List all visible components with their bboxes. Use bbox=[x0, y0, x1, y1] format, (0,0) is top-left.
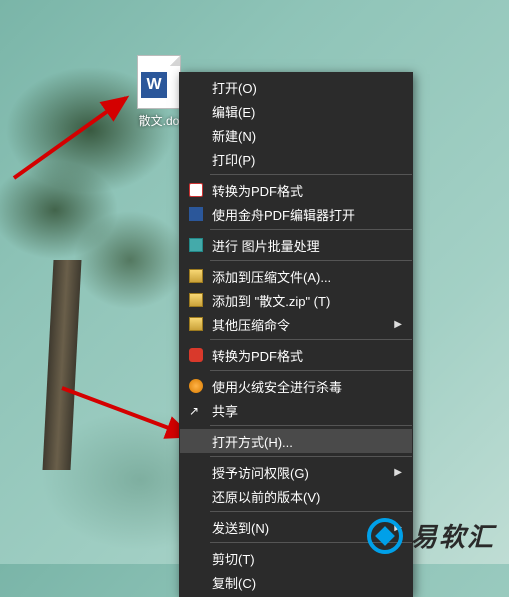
menu-item-11[interactable]: 添加到 "散文.zip" (T) bbox=[180, 288, 412, 312]
blank-icon bbox=[186, 151, 206, 167]
menu-item-0[interactable]: 打开(O) bbox=[180, 75, 412, 99]
watermark-text: 易软汇 bbox=[411, 517, 495, 554]
submenu-arrow-icon: ▶ bbox=[394, 467, 402, 478]
menu-item-label: 编辑(E) bbox=[212, 102, 402, 121]
menu-item-label: 授予访问权限(G) bbox=[212, 463, 394, 482]
menu-item-2[interactable]: 新建(N) bbox=[180, 123, 412, 147]
menu-item-label: 打印(P) bbox=[212, 150, 402, 169]
menu-item-21[interactable]: 授予访问权限(G)▶ bbox=[180, 460, 412, 484]
menu-item-12[interactable]: 其他压缩命令▶ bbox=[180, 312, 412, 336]
menu-item-label: 其他压缩命令 bbox=[212, 315, 394, 334]
menu-item-10[interactable]: 添加到压缩文件(A)... bbox=[180, 264, 412, 288]
menu-separator bbox=[210, 174, 412, 175]
blank-icon bbox=[186, 488, 206, 504]
menu-item-label: 添加到 "散文.zip" (T) bbox=[212, 291, 402, 310]
menu-item-22[interactable]: 还原以前的版本(V) bbox=[180, 484, 412, 508]
menu-item-label: 转换为PDF格式 bbox=[212, 181, 402, 200]
zip-icon bbox=[186, 292, 206, 308]
document-icon: W bbox=[137, 55, 181, 109]
blank-icon bbox=[186, 464, 206, 480]
img-icon bbox=[186, 237, 206, 253]
blank-icon bbox=[186, 433, 206, 449]
menu-separator bbox=[210, 260, 412, 261]
menu-item-17[interactable]: 共享 bbox=[180, 398, 412, 422]
blank-icon bbox=[186, 519, 206, 535]
menu-item-label: 打开方式(H)... bbox=[212, 432, 402, 451]
menu-item-label: 使用金舟PDF编辑器打开 bbox=[212, 205, 402, 224]
menu-item-14[interactable]: 转换为PDF格式 bbox=[180, 343, 412, 367]
menu-separator bbox=[210, 456, 412, 457]
zip-icon bbox=[186, 268, 206, 284]
menu-item-16[interactable]: 使用火绒安全进行杀毒 bbox=[180, 374, 412, 398]
menu-separator bbox=[210, 511, 412, 512]
blank-icon bbox=[186, 127, 206, 143]
menu-item-27[interactable]: 复制(C) bbox=[180, 570, 412, 594]
menu-item-label: 共享 bbox=[212, 401, 402, 420]
menu-item-label: 还原以前的版本(V) bbox=[212, 487, 402, 506]
menu-separator bbox=[210, 229, 412, 230]
menu-item-19[interactable]: 打开方式(H)... bbox=[180, 429, 412, 453]
menu-item-label: 进行 图片批量处理 bbox=[212, 236, 402, 255]
menu-item-1[interactable]: 编辑(E) bbox=[180, 99, 412, 123]
submenu-arrow-icon: ▶ bbox=[394, 319, 402, 330]
blank-icon bbox=[186, 79, 206, 95]
menu-item-label: 复制(C) bbox=[212, 573, 402, 592]
watermark-icon bbox=[367, 518, 403, 554]
watermark: 易软汇 bbox=[367, 517, 495, 554]
pdfed-icon bbox=[186, 206, 206, 222]
menu-item-label: 打开(O) bbox=[212, 78, 402, 97]
zip-icon bbox=[186, 316, 206, 332]
share-icon bbox=[186, 402, 206, 418]
menu-item-3[interactable]: 打印(P) bbox=[180, 147, 412, 171]
menu-separator bbox=[210, 425, 412, 426]
menu-item-label: 添加到压缩文件(A)... bbox=[212, 267, 402, 286]
menu-item-6[interactable]: 使用金舟PDF编辑器打开 bbox=[180, 202, 412, 226]
menu-item-8[interactable]: 进行 图片批量处理 bbox=[180, 233, 412, 257]
menu-separator bbox=[210, 370, 412, 371]
pdf-icon bbox=[186, 182, 206, 198]
menu-separator bbox=[210, 339, 412, 340]
menu-item-label: 新建(N) bbox=[212, 126, 402, 145]
menu-item-label: 转换为PDF格式 bbox=[212, 346, 402, 365]
blank-icon bbox=[186, 574, 206, 590]
red-icon bbox=[186, 347, 206, 363]
blank-icon bbox=[186, 103, 206, 119]
shield-icon bbox=[186, 378, 206, 394]
word-badge: W bbox=[141, 72, 167, 98]
menu-item-5[interactable]: 转换为PDF格式 bbox=[180, 178, 412, 202]
menu-item-label: 使用火绒安全进行杀毒 bbox=[212, 377, 402, 396]
